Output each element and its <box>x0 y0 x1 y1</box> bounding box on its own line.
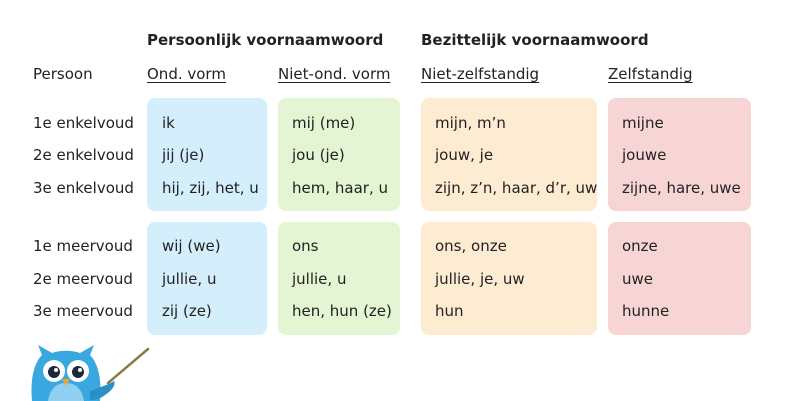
table-cell: hun <box>435 302 464 320</box>
table-cell: jullie, u <box>292 270 347 288</box>
persoon-header: Persoon <box>33 65 93 83</box>
row-label: 1e enkelvoud <box>33 114 134 132</box>
table-cell: uwe <box>622 270 654 288</box>
table-cell: zijne, hare, uwe <box>622 179 741 197</box>
table-cell: jullie, u <box>162 270 217 288</box>
table-cell: hen, hun (ze) <box>292 302 392 320</box>
table-cell: mijn, m’n <box>435 114 506 132</box>
table-cell: jou (je) <box>292 146 345 164</box>
column-header-niet-zelfstandig: Niet-zelfstandig <box>421 65 540 83</box>
table-cell: jouw, je <box>435 146 494 164</box>
table-cell: jullie, je, uw <box>435 270 525 288</box>
table-cell: onze <box>622 237 658 255</box>
row-label: 1e meervoud <box>33 237 133 255</box>
table-cell: ons, onze <box>435 237 507 255</box>
table-cell: zij (ze) <box>162 302 212 320</box>
table-cell: hij, zij, het, u <box>162 179 259 197</box>
table-cell: jij (je) <box>162 146 205 164</box>
table-cell: hunne <box>622 302 670 320</box>
table-cell: jouwe <box>622 146 667 164</box>
table-cell: wij (we) <box>162 237 221 255</box>
table-cell: mij (me) <box>292 114 356 132</box>
table-cell: mijne <box>622 114 664 132</box>
table-cell: zijn, z’n, haar, d’r, uw <box>435 179 598 197</box>
column-header-zelfstandig: Zelfstandig <box>608 65 693 83</box>
group-title-bezittelijk: Bezittelijk voornaamwoord <box>421 31 649 49</box>
column-header-ond-vorm: Ond. vorm <box>147 65 226 83</box>
table-cell: hem, haar, u <box>292 179 388 197</box>
row-label: 2e meervoud <box>33 270 133 288</box>
group-title-persoonlijk: Persoonlijk voornaamwoord <box>147 31 384 49</box>
row-label: 3e enkelvoud <box>33 179 134 197</box>
owl-mascot-icon <box>20 345 160 401</box>
table-cell: ik <box>162 114 175 132</box>
row-label: 2e enkelvoud <box>33 146 134 164</box>
column-header-niet-ond-vorm: Niet-ond. vorm <box>278 65 391 83</box>
row-label: 3e meervoud <box>33 302 133 320</box>
table-cell: ons <box>292 237 319 255</box>
